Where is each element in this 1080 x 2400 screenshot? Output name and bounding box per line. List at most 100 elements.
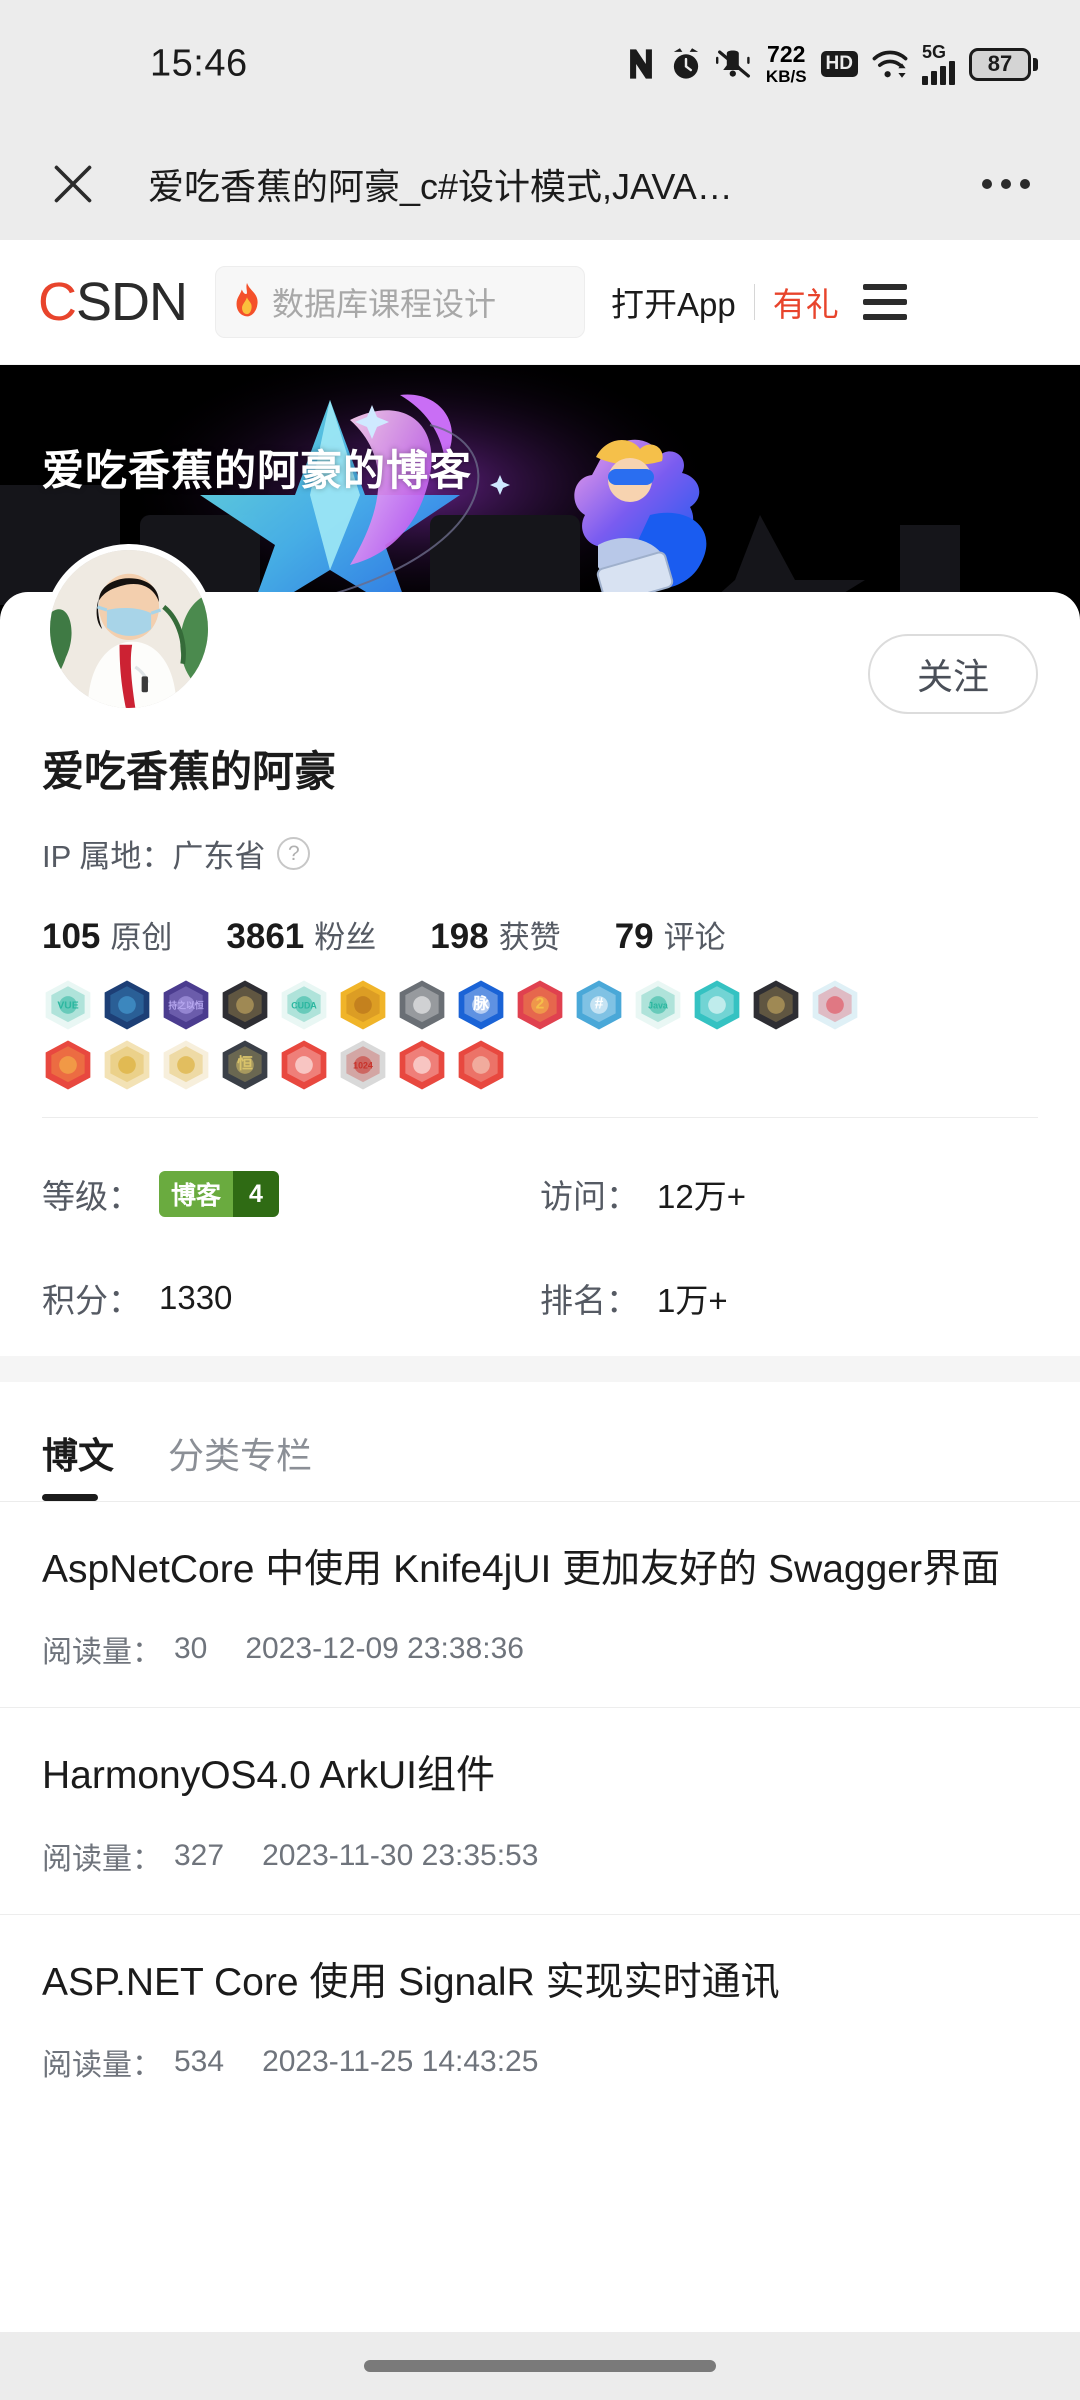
battery-percent: 87 <box>987 51 1013 76</box>
stat-fans[interactable]: 3861 粉丝 <box>226 912 376 957</box>
open-book-badge-glyph <box>281 1040 327 1090</box>
article-title: AspNetCore 中使用 Knife4jUI 更加友好的 Swagger界面 <box>42 1548 1000 1591</box>
visits-label: 访问： <box>540 1178 639 1215</box>
1024-badge[interactable]: 1024 <box>337 1039 389 1091</box>
points-cell: 积分： 1330 <box>42 1274 540 1322</box>
target-badge-glyph <box>340 980 386 1030</box>
trophy-red-badge-glyph <box>45 1040 91 1090</box>
svg-text:持之以恒: 持之以恒 <box>168 1000 203 1011</box>
persistence-badge-glyph: 持之以恒 <box>163 980 209 1030</box>
perseverance-badge[interactable]: 恒 <box>219 1039 271 1091</box>
close-icon[interactable] <box>40 151 106 217</box>
anniversary-badge-glyph: 2 <box>517 980 563 1030</box>
content-tabs: 博文 分类专栏 <box>0 1382 1080 1502</box>
csdn-logo[interactable]: CSDN <box>38 272 188 332</box>
open-book-badge[interactable] <box>278 1039 330 1091</box>
stat-value: 198 <box>430 917 489 956</box>
level-label: 等级： <box>42 1178 141 1215</box>
question-mark-icon[interactable]: ? <box>277 837 311 870</box>
tab-blog-posts[interactable]: 博文 <box>42 1427 114 1501</box>
blog-expert-badge[interactable] <box>101 979 153 1031</box>
anniversary-badge[interactable]: 2 <box>514 979 566 1031</box>
trophy-gold-badge[interactable] <box>160 1039 212 1091</box>
views-count: 30 <box>174 1632 208 1666</box>
article-list-item[interactable]: HarmonyOS4.0 ArkUI组件 阅读量： 327 2023-11-30… <box>0 1708 1080 1915</box>
avatar-image <box>50 550 208 708</box>
gift-button[interactable]: 有礼 <box>773 278 839 326</box>
vue-badge[interactable]: VUE <box>42 979 94 1031</box>
1024-badge-glyph: 1024 <box>340 1040 386 1090</box>
stat-value: 3861 <box>226 917 305 956</box>
christmas-badge-glyph <box>812 980 858 1030</box>
more-options-icon[interactable] <box>972 169 1040 199</box>
trophy-red-badge[interactable] <box>42 1039 94 1091</box>
home-indicator[interactable] <box>364 2360 716 2372</box>
stat-likes[interactable]: 198 获赞 <box>430 912 560 957</box>
stat-label: 原创 <box>110 920 173 955</box>
battery-icon: 87 <box>969 47 1038 81</box>
browser-top-bar: 爱吃香蕉的阿豪_c#设计模式,JAVA… <box>0 128 1080 240</box>
persistence-badge[interactable]: 持之以恒 <box>160 979 212 1031</box>
java-badge[interactable]: Java <box>632 979 684 1031</box>
alarm-icon <box>670 47 702 81</box>
avatar[interactable] <box>44 544 214 714</box>
monkey-badge[interactable] <box>455 1039 507 1091</box>
code-desk-badge-glyph <box>753 980 799 1030</box>
gold-star-badge[interactable] <box>101 1039 153 1091</box>
views-label: 阅读量： <box>42 2049 162 2083</box>
article-date: 2023-11-25 14:43:25 <box>262 2045 539 2079</box>
stat-original[interactable]: 105 原创 <box>42 912 172 957</box>
article-meta: 阅读量： 534 2023-11-25 14:43:25 <box>42 2040 1038 2084</box>
stat-value: 105 <box>42 917 101 956</box>
christmas-badge[interactable] <box>809 979 861 1031</box>
follow-button[interactable]: 关注 <box>868 634 1038 714</box>
ip-location-text: IP 属地：广东省 <box>42 839 266 874</box>
csdn-logo-sdn: SDN <box>76 272 188 332</box>
phone-screen: 15:46 722 KB/S HD 5G 87 爱吃香蕉的阿豪_c#设计模式,J… <box>0 0 1080 2400</box>
header-divider <box>753 284 755 320</box>
pen-badge[interactable] <box>396 1039 448 1091</box>
tab-categories[interactable]: 分类专栏 <box>168 1427 312 1501</box>
rank-value: 1万+ <box>657 1282 728 1319</box>
article-date: 2023-11-30 23:35:53 <box>262 1838 539 1872</box>
badge-row-1: VUE 持之以恒 CUDA 脉 2 # Java <box>42 979 1038 1031</box>
rank-label: 排名： <box>540 1282 639 1319</box>
csharp-badge[interactable]: # <box>573 979 625 1031</box>
stat-comments[interactable]: 79 评论 <box>615 912 726 957</box>
github-badge[interactable] <box>396 979 448 1031</box>
network-type-label: 5G <box>922 42 947 62</box>
code-desk-badge[interactable] <box>750 979 802 1031</box>
github-badge-glyph <box>399 980 445 1030</box>
search-input[interactable]: 数据库课程设计 <box>215 266 586 338</box>
stat-label: 粉丝 <box>314 920 377 955</box>
dark-pen-badge[interactable] <box>219 979 271 1031</box>
section-gap <box>0 1356 1080 1382</box>
page-title: 爱吃香蕉的阿豪_c#设计模式,JAVA… <box>148 166 733 207</box>
target-badge[interactable] <box>337 979 389 1031</box>
hamburger-menu-icon[interactable] <box>861 278 909 326</box>
ip-location-row: IP 属地：广东省 ? <box>42 831 1038 876</box>
article-date: 2023-12-09 23:38:36 <box>245 1632 524 1666</box>
stat-label: 获赞 <box>498 920 561 955</box>
open-app-button[interactable]: 打开App <box>611 278 736 326</box>
network-speed-unit: KB/S <box>765 67 807 86</box>
article-meta: 阅读量： 30 2023-12-09 23:38:36 <box>42 1627 1038 1671</box>
gold-star-badge-glyph <box>104 1040 150 1090</box>
cuda-badge-glyph: CUDA <box>281 980 327 1030</box>
csharp-badge-glyph: # <box>576 980 622 1030</box>
maimai-badge[interactable]: 脉 <box>455 979 507 1031</box>
stat-value: 79 <box>614 917 654 956</box>
comment-badge[interactable] <box>691 979 743 1031</box>
article-list-item[interactable]: AspNetCore 中使用 Knife4jUI 更加友好的 Swagger界面… <box>0 1502 1080 1709</box>
java-badge-glyph: Java <box>635 980 681 1030</box>
wifi-icon <box>872 49 908 79</box>
blog-title: 爱吃香蕉的阿豪的博客 <box>42 447 473 494</box>
maimai-badge-glyph: 脉 <box>458 980 504 1030</box>
views-label: 阅读量： <box>42 1636 162 1670</box>
article-list-item[interactable]: ASP.NET Core 使用 SignalR 实现实时通讯 阅读量： 534 … <box>0 1914 1080 2121</box>
network-speed-value: 722 <box>767 41 806 67</box>
rank-cell: 排名： 1万+ <box>540 1274 1038 1322</box>
status-bar-icons: 722 KB/S HD 5G 87 <box>626 43 1038 85</box>
cuda-badge[interactable]: CUDA <box>278 979 330 1031</box>
blog-level-badge[interactable]: 博客 4 <box>159 1171 279 1217</box>
